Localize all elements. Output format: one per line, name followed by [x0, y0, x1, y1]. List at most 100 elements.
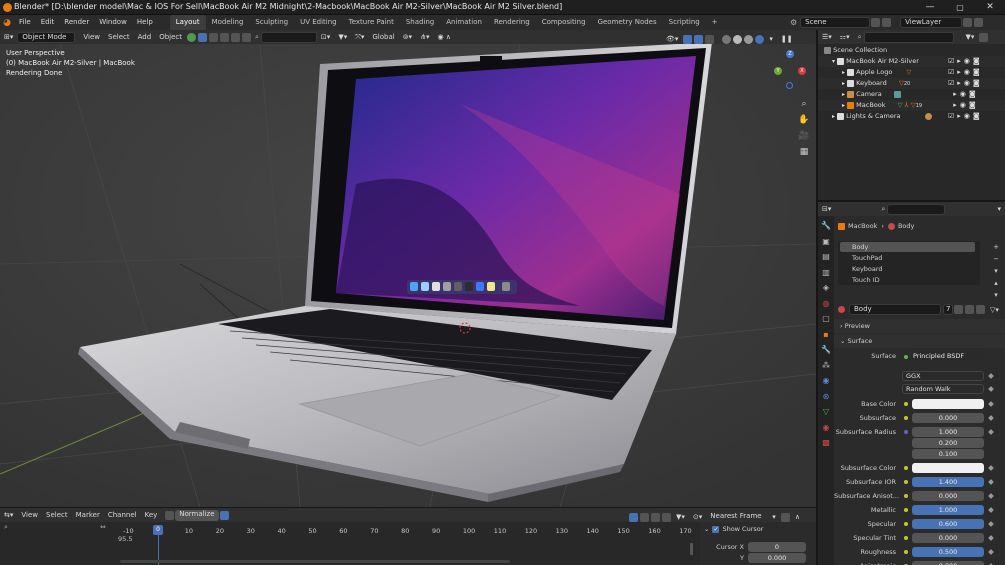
timeline-menu-key[interactable]: Key [141, 508, 162, 522]
properties-search-input[interactable] [887, 203, 946, 215]
proportional-edit-icon[interactable]: ◉ ∧ [433, 30, 454, 44]
world-tab-icon[interactable]: ◍ [818, 296, 834, 312]
scene-tab-icon[interactable]: ◈ [818, 280, 834, 296]
keyframe-icon[interactable] [988, 386, 994, 392]
filter-channel-icon[interactable] [662, 512, 671, 522]
field-value[interactable]: 0.500 [912, 547, 984, 557]
gizmo-z-axis[interactable]: Z [786, 50, 794, 58]
keyframe-icon[interactable] [988, 401, 994, 407]
field-value[interactable]: 0.000 [912, 413, 984, 423]
blender-menu-icon[interactable]: ◕ [0, 18, 14, 28]
socket-icon[interactable] [904, 494, 908, 498]
overlay-toggle-icon[interactable] [694, 34, 704, 44]
field-value[interactable]: 0.100 [912, 449, 984, 459]
material-slot[interactable]: TouchPad [840, 253, 882, 263]
keyframe-icon[interactable] [988, 549, 994, 555]
tab-compositing[interactable]: Compositing [536, 15, 592, 30]
expand-arrow-icon[interactable]: ▸ [842, 102, 845, 109]
constraints-tab-icon[interactable]: ⊛ [818, 389, 834, 405]
surface-panel-header[interactable]: ⌄ Surface [834, 334, 1005, 348]
wireframe-shading-icon[interactable] [722, 34, 732, 44]
new-view-layer-icon[interactable] [963, 18, 973, 27]
row-toggles[interactable]: ☑▸◉◙ [948, 111, 1004, 122]
menu-add[interactable]: Add [134, 30, 156, 44]
vertex-group-icon[interactable]: ▽ [898, 101, 903, 109]
expand-arrow-icon[interactable]: ▸ [842, 69, 845, 76]
only-selected-icon[interactable] [629, 512, 638, 522]
expand-arrow-icon[interactable]: ▸ [832, 113, 835, 120]
gizmo-toggle-icon[interactable] [683, 34, 693, 44]
field-value[interactable]: 1.000 [912, 505, 984, 515]
texture-tab-icon[interactable]: ▩ [818, 435, 834, 451]
gizmo-y-axis[interactable]: Y [774, 67, 782, 75]
view-layer-tab-icon[interactable]: ▥ [818, 265, 834, 281]
camera-view-icon[interactable]: 🎥 [797, 128, 811, 144]
material-name-field[interactable]: Body [849, 304, 941, 315]
field-value[interactable] [912, 399, 984, 409]
socket-icon[interactable] [904, 536, 908, 540]
rendered-shading-icon[interactable] [755, 34, 765, 44]
show-cursor-checkbox[interactable]: ✓ [712, 525, 720, 533]
preview-panel-header[interactable]: › Preview [834, 319, 1005, 333]
object-tab-icon[interactable]: ▪ [818, 327, 834, 343]
keyframe-icon[interactable] [988, 415, 994, 421]
tab-modeling[interactable]: Modeling [206, 15, 250, 30]
pivot-icon[interactable]: ⊡▾ [317, 30, 334, 44]
material-tab-icon[interactable]: ◉ [818, 420, 834, 436]
display-mode-icon[interactable]: ⚏▾ [836, 30, 854, 44]
field-value[interactable]: 1.000 [912, 427, 984, 437]
duplicate-material-icon[interactable] [965, 305, 974, 314]
tab-geometry-nodes[interactable]: Geometry Nodes [592, 15, 663, 30]
node-tree-icon[interactable]: ▽▾ [990, 306, 999, 314]
snap-icon[interactable]: ⋔▾ [416, 30, 433, 44]
tab-shading[interactable]: Shading [400, 15, 440, 30]
tool-tab-icon[interactable]: 🔧 [818, 218, 834, 234]
material-shading-icon[interactable] [744, 34, 754, 44]
outliner-filter-icon[interactable]: ▼▾ [962, 30, 979, 44]
tab-scripting[interactable]: Scripting [663, 15, 706, 30]
cursor-y-field[interactable]: 0.000 [748, 553, 806, 563]
row-toggles[interactable]: ▸◉◙ [948, 89, 1004, 100]
properties-options-icon[interactable]: ▾ [993, 202, 1005, 216]
new-collection-icon[interactable] [979, 32, 989, 42]
row-toggles[interactable]: ▸◉◙ [948, 100, 1004, 111]
move-down-icon[interactable]: ▾ [991, 289, 1001, 301]
menu-render[interactable]: Render [59, 15, 94, 30]
socket-icon[interactable] [904, 466, 908, 470]
global-color-icon[interactable] [187, 32, 196, 42]
field-value[interactable]: 0.000 [912, 561, 984, 565]
keyframe-icon[interactable] [988, 373, 994, 379]
socket-icon[interactable] [904, 416, 908, 420]
surface-socket-icon[interactable] [904, 355, 908, 359]
timeline-menu-select[interactable]: Select [42, 508, 72, 522]
xray-toggle-icon[interactable] [705, 34, 715, 44]
row-toggles[interactable]: ☑▸◉◙ [948, 67, 1004, 78]
keyframe-icon[interactable] [988, 507, 994, 513]
material-slot-active[interactable]: Body [840, 242, 975, 252]
search-icon[interactable]: ⌕ [255, 33, 259, 42]
select-invert-icon[interactable] [231, 32, 240, 42]
remove-slot-icon[interactable]: − [991, 253, 1001, 265]
unlink-material-icon[interactable] [976, 305, 985, 314]
view-layer-selector[interactable]: ViewLayer [900, 17, 963, 28]
tab-rendering[interactable]: Rendering [488, 15, 536, 30]
only-errors-icon[interactable] [651, 512, 660, 522]
material-slot[interactable]: Touch ID [840, 275, 880, 285]
tab-uv-editing[interactable]: UV Editing [294, 15, 343, 30]
light-icon[interactable] [924, 112, 932, 120]
field-value[interactable]: 0.000 [912, 533, 984, 543]
timeline-scrollbar[interactable] [690, 543, 693, 555]
timeline-range-icon[interactable]: ⇔ [100, 523, 106, 531]
timeline-menu-marker[interactable]: Marker [72, 508, 104, 522]
tab-texture-paint[interactable]: Texture Paint [343, 15, 400, 30]
tab-layout[interactable]: Layout [169, 15, 206, 30]
socket-icon[interactable] [904, 402, 908, 406]
add-workspace-button[interactable]: + [706, 15, 724, 30]
keyframe-icon[interactable] [988, 429, 994, 435]
render-tab-icon[interactable]: ▣ [818, 234, 834, 250]
menu-help[interactable]: Help [132, 15, 158, 30]
filter-icon[interactable]: ▼▾ [334, 30, 351, 44]
menu-window[interactable]: Window [94, 15, 132, 30]
data-tab-icon[interactable]: ▽ [818, 404, 834, 420]
maximize-button[interactable]: ▢ [945, 0, 975, 15]
